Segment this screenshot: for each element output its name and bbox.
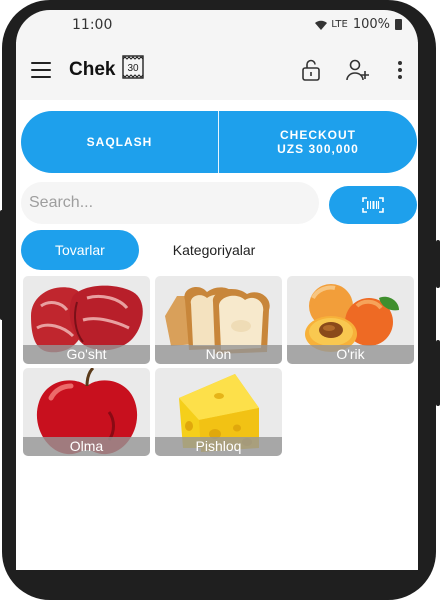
product-tile[interactable]: Pishloq xyxy=(155,368,282,456)
product-name: O'rik xyxy=(287,345,414,364)
add-user-icon[interactable] xyxy=(346,59,370,85)
save-button[interactable]: SAQLASH xyxy=(21,111,219,173)
phone-side-button xyxy=(0,210,4,320)
checkout-amount: UZS 300,000 xyxy=(277,142,359,156)
checkout-label: CHECKOUT xyxy=(280,128,356,142)
barcode-icon xyxy=(362,197,384,213)
product-name: Olma xyxy=(23,437,150,456)
product-tile[interactable]: O'rik xyxy=(287,276,414,364)
unlock-icon[interactable] xyxy=(301,59,321,85)
status-indicators: LTE 100% xyxy=(314,17,402,32)
main-content: SAQLASH CHECKOUT UZS 300,000 Search... T… xyxy=(16,100,418,570)
product-tile[interactable]: Olma xyxy=(23,368,150,456)
checkout-button[interactable]: CHECKOUT UZS 300,000 xyxy=(219,111,417,173)
barcode-scan-button[interactable] xyxy=(329,186,417,224)
wifi-icon xyxy=(315,20,328,30)
product-name: Go'sht xyxy=(23,345,150,364)
phone-side-button xyxy=(436,340,440,406)
action-bar: SAQLASH CHECKOUT UZS 300,000 xyxy=(21,111,417,173)
screen: 11:00 LTE 100% Chek 30 SAQLASH CHECKOUT … xyxy=(16,10,418,570)
battery-icon xyxy=(395,19,402,30)
product-name: Pishloq xyxy=(155,437,282,456)
product-tile[interactable]: Non xyxy=(155,276,282,364)
tab-categories[interactable]: Kategoriyalar xyxy=(139,230,290,270)
status-bar: 11:00 LTE 100% xyxy=(16,10,418,42)
product-tile[interactable]: Go'sht xyxy=(23,276,150,364)
more-vert-icon[interactable] xyxy=(398,61,402,82)
network-type: LTE xyxy=(331,19,348,30)
app-bar: Chek 30 xyxy=(16,42,418,100)
tab-bar: Tovarlar Kategoriyalar xyxy=(21,230,289,270)
menu-icon[interactable] xyxy=(31,62,51,78)
tab-products[interactable]: Tovarlar xyxy=(21,230,139,270)
status-time: 11:00 xyxy=(72,17,113,33)
product-name: Non xyxy=(155,345,282,364)
calendar-day: 30 xyxy=(127,63,139,74)
page-title: Chek xyxy=(69,59,116,80)
calendar-icon[interactable]: 30 xyxy=(122,55,144,79)
search-input[interactable]: Search... xyxy=(21,182,319,224)
battery-percent: 100% xyxy=(352,17,390,32)
phone-side-button xyxy=(436,240,440,288)
